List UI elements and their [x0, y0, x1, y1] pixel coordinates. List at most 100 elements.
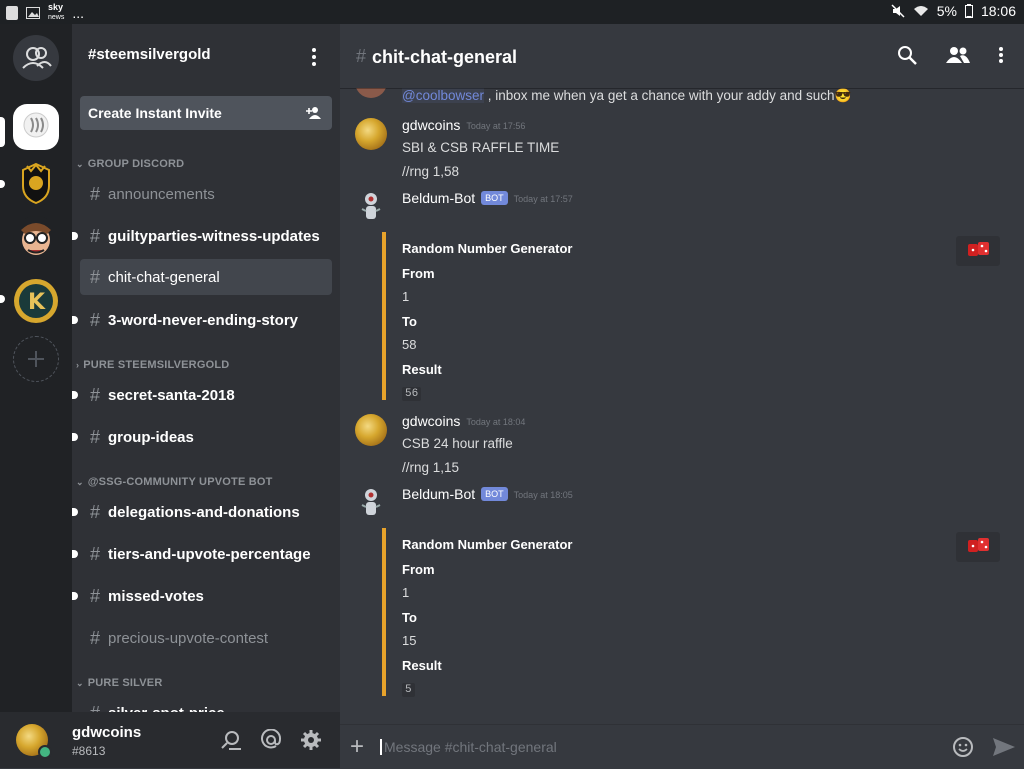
channel-label: missed-votes	[108, 588, 204, 605]
members-icon[interactable]	[946, 46, 970, 64]
upload-plus-icon[interactable]: +	[350, 733, 364, 761]
embed-field-name: To	[402, 314, 417, 329]
clock: 18:06	[980, 3, 1016, 19]
rng-embed: Random Number Generator From 1 To 58 Res…	[382, 232, 1016, 401]
rng-embed: Random Number Generator From 1 To 15 Res…	[382, 528, 1016, 697]
author-name[interactable]: Beldum-Bot	[402, 190, 475, 206]
user-avatar[interactable]	[355, 414, 387, 446]
battery-icon	[964, 4, 973, 18]
channel-label: secret-santa-2018	[108, 387, 235, 404]
wifi-icon	[913, 6, 928, 16]
user-avatar[interactable]	[355, 118, 387, 150]
channel-3-word-never-ending-story[interactable]: #3-word-never-ending-story	[72, 302, 332, 338]
channel-label: precious-upvote-contest	[108, 630, 269, 647]
steem-logo-icon	[23, 112, 49, 138]
channel-group-ideas[interactable]: # group-ideas	[72, 419, 332, 455]
embed-thumbnail[interactable]	[956, 532, 1000, 562]
author-name[interactable]: gdwcoins	[402, 117, 460, 133]
server-cartoon-face[interactable]	[13, 216, 59, 262]
channel-delegations-and-donations[interactable]: # delegations-and-donations	[72, 494, 332, 530]
channel-missed-votes[interactable]: # missed-votes	[72, 578, 332, 614]
message-input[interactable]: Message #chit-chat-general	[380, 739, 557, 755]
channel-precious-upvote-contest[interactable]: # precious-upvote-contest	[80, 620, 332, 656]
category-label: GROUP DISCORD	[87, 158, 185, 170]
search-icon[interactable]	[896, 44, 918, 66]
server-k-coin[interactable]: K	[13, 278, 59, 324]
message-list[interactable]: @coolbowser , inbox me when ya get a cha…	[340, 88, 1024, 724]
embed-field-name: To	[402, 610, 417, 625]
author-name[interactable]: gdwcoins	[402, 413, 460, 429]
channel-sidebar: #steemsilvergold Create Instant Invite ⌄…	[72, 24, 340, 712]
add-server-button[interactable]	[13, 336, 59, 382]
category-label: PURE STEEMSILVERGOLD	[83, 359, 230, 371]
embed-field-name: Result	[402, 658, 442, 673]
unread-server-indicator	[0, 295, 5, 303]
server-lion-crest[interactable]	[13, 160, 59, 206]
channel-label: tiers-and-upvote-percentage	[108, 546, 311, 563]
channel-label: silver-spot-price	[108, 705, 225, 712]
channel-tiers-and-upvote-percentage[interactable]: # tiers-and-upvote-percentage	[72, 536, 332, 572]
hash-icon: #	[90, 544, 101, 564]
embed-thumbnail[interactable]	[956, 236, 1000, 266]
friends-icon	[22, 47, 52, 69]
embed-field-value: 1	[402, 585, 410, 600]
channel-secret-santa-2018[interactable]: # secret-santa-2018	[72, 377, 332, 413]
chevron-right-icon: ›	[76, 360, 80, 370]
create-invite-button[interactable]: Create Instant Invite	[80, 96, 332, 130]
hash-icon: #	[90, 703, 100, 712]
direct-messages-button[interactable]	[13, 35, 59, 81]
sunglasses-emoji: 😎	[834, 88, 852, 103]
kebab-menu-icon[interactable]	[998, 46, 1004, 64]
message-text: CSB 24 hour raffle	[402, 436, 513, 451]
channel-chit-chat-general[interactable]: # chit-chat-general	[80, 259, 332, 295]
svg-text:K: K	[28, 290, 46, 315]
channel-announcements[interactable]: # announcements	[80, 176, 332, 212]
channel-label: guiltyparties-witness-updates	[108, 228, 320, 245]
category-pure-steemsilvergold[interactable]: › PURE STEEMSILVERGOLD	[76, 359, 229, 371]
bot-avatar[interactable]	[355, 487, 387, 519]
message-header: gdwcoins Today at 17:56	[402, 117, 525, 133]
hash-icon: #	[90, 502, 101, 522]
bot-avatar[interactable]	[355, 191, 387, 223]
unread-indicator	[72, 433, 78, 441]
message-text: SBI & CSB RAFFLE TIME	[402, 140, 560, 155]
chevron-down-icon: ⌄	[76, 477, 84, 487]
guild-name[interactable]: #steemsilvergold	[88, 46, 211, 63]
server-steemsilvergold[interactable]	[13, 104, 59, 150]
emoji-icon[interactable]	[952, 736, 974, 758]
dice-icon	[968, 538, 989, 552]
cartoon-face-icon	[21, 223, 51, 255]
category-ssg-community-upvote-bot[interactable]: ⌄ @SSG-COMMUNITY UPVOTE BOT	[76, 476, 273, 488]
message-text: //rng 1,58	[402, 164, 460, 179]
battery-percent: 5%	[936, 3, 957, 19]
chevron-down-icon: ⌄	[76, 678, 84, 688]
mentions-icon[interactable]	[260, 729, 282, 751]
send-icon[interactable]	[992, 737, 1016, 757]
unread-indicator	[72, 316, 78, 324]
embed-field-name: Result	[402, 362, 442, 377]
gallery-icon	[26, 6, 40, 19]
hash-icon: #	[90, 267, 101, 287]
hash-icon: #	[90, 310, 101, 330]
channel-label: group-ideas	[108, 429, 194, 446]
category-group-discord[interactable]: ⌄ GROUP DISCORD	[76, 158, 184, 170]
hash-icon: #	[90, 427, 101, 447]
timestamp: Today at 18:04	[466, 417, 526, 427]
category-pure-silver[interactable]: ⌄ PURE SILVER	[76, 677, 162, 689]
channel-guiltyparties-witness-updates[interactable]: # guiltyparties-witness-updates	[72, 218, 332, 254]
unread-indicator	[72, 508, 78, 516]
channel-label: announcements	[108, 186, 215, 203]
embed-result-value: 5	[402, 683, 415, 697]
mute-icon	[891, 4, 905, 18]
discover-icon[interactable]	[220, 729, 242, 751]
chevron-down-icon: ⌄	[76, 159, 84, 169]
embed-field-value: 15	[402, 633, 417, 648]
settings-icon[interactable]	[300, 729, 322, 751]
embed-result-value: 56	[402, 387, 422, 401]
guild-menu-icon[interactable]	[312, 48, 316, 69]
message-text: @coolbowser , inbox me when ya get a cha…	[402, 88, 851, 104]
channel-silver-spot-price[interactable]: # silver-spot-price	[80, 695, 332, 712]
author-name[interactable]: Beldum-Bot	[402, 486, 475, 502]
message-header: gdwcoins Today at 18:04	[402, 413, 525, 429]
user-mention[interactable]: @coolbowser	[402, 88, 484, 103]
